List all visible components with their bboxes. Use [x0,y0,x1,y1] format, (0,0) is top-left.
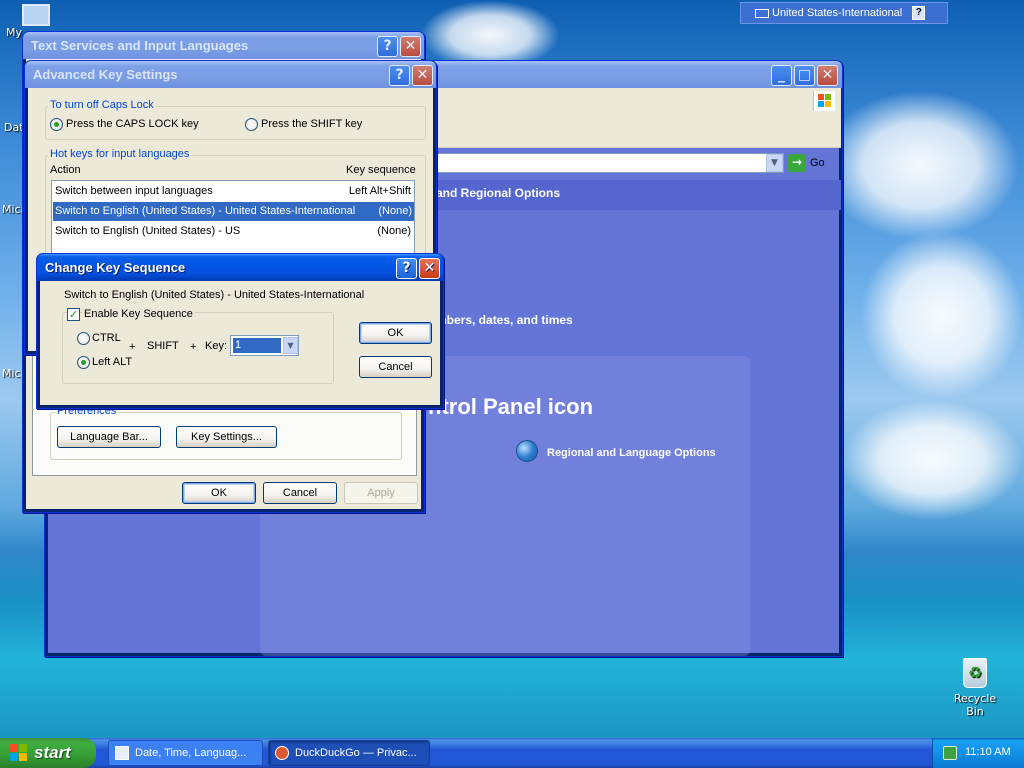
go-button[interactable]: → Go [788,153,832,173]
shift-radio-label[interactable]: Press the SHIFT key [261,118,362,130]
maximize-button[interactable]: □ [794,65,815,86]
go-label: Go [810,157,825,169]
key-select[interactable]: 1 ▼ [230,335,299,356]
regional-language-options-link[interactable]: Regional and Language Options [547,447,716,459]
network-icon[interactable] [943,746,957,760]
taskbar-item-label: Date, Time, Languag... [135,747,247,759]
table-row[interactable]: Switch to English (United States) - US (… [52,222,414,242]
close-button[interactable]: ✕ [400,36,421,57]
change-key-body: Switch to English (United States) - Unit… [40,281,440,405]
close-button[interactable]: ✕ [419,258,440,279]
advanced-key-titlebar[interactable]: Advanced Key Settings ? ✕ [25,61,436,88]
target-input-language: Switch to English (United States) - Unit… [64,289,365,301]
help-button[interactable]: ? [389,65,410,86]
system-tray: 11:10 AM [932,738,1024,768]
plus-sign: + [129,341,136,353]
dialog-title: Text Services and Input Languages [31,38,249,53]
globe-icon [516,440,538,462]
left-alt-radio[interactable] [77,356,90,369]
ctrl-radio[interactable] [77,332,90,345]
key-label: Key: [205,340,228,352]
column-header-key-sequence: Key sequence [346,164,416,176]
text-services-titlebar[interactable]: Text Services and Input Languages ? ✕ [23,32,424,59]
taskbar-item-browser[interactable]: DuckDuckGo — Privac... [268,740,430,766]
language-bar-button[interactable]: Language Bar... [57,426,161,448]
caps-lock-radio[interactable] [50,118,63,131]
minimize-button[interactable]: _ [771,65,792,86]
row-action: Switch to English (United States) - US [55,225,241,237]
change-key-sequence-dialog: Change Key Sequence ? ✕ Switch to Englis… [36,253,444,409]
left-alt-radio-label[interactable]: Left ALT [92,356,132,368]
shift-radio[interactable] [245,118,258,131]
duckduckgo-icon [275,746,289,760]
start-button[interactable]: start [0,738,96,768]
hotkeys-list[interactable]: Switch between input languages Left Alt+… [51,180,415,260]
computer-icon [22,4,50,26]
enable-key-sequence-checkbox[interactable]: ✓ [67,308,80,321]
task-link[interactable]: mbers, dates, and times [436,313,573,327]
taskbar-item-label: DuckDuckGo — Privac... [295,747,417,759]
go-arrow-icon: → [788,154,806,172]
recycle-bin-icon: ♻ [963,658,987,688]
desktop-icon-label: My [6,26,23,39]
ctrl-radio-label[interactable]: CTRL [92,332,121,344]
chevron-down-icon[interactable]: ▼ [283,337,298,354]
windows-flag-icon [10,744,28,762]
dialog-title: Advanced Key Settings [33,67,178,82]
pick-icon-heading: ntrol Panel icon [428,394,594,419]
ok-button[interactable]: OK [182,482,256,504]
help-button[interactable]: ? [396,258,417,279]
desktop-icon-label: Recycle Bin [953,692,997,718]
cancel-button[interactable]: Cancel [359,356,432,378]
table-row-selected[interactable]: Switch to English (United States) - Unit… [53,202,414,221]
shift-label: SHIFT [147,340,179,352]
caps-lock-radio-label[interactable]: Press the CAPS LOCK key [66,118,199,130]
apply-button[interactable]: Apply [344,482,418,504]
row-action: Switch to English (United States) - Unit… [55,205,356,217]
taskbar-item-date-time[interactable]: Date, Time, Languag... [108,740,263,766]
enable-key-sequence-label[interactable]: Enable Key Sequence [82,308,195,320]
help-icon[interactable]: ? [912,6,926,20]
row-sequence: Left Alt+Shift [348,185,411,197]
dialog-title: Change Key Sequence [45,260,186,275]
help-button[interactable]: ? [377,36,398,57]
table-row[interactable]: Switch between input languages Left Alt+… [52,182,414,202]
start-label: start [34,743,71,762]
close-button[interactable]: ✕ [412,65,433,86]
category-title: and Regional Options [436,186,561,200]
caps-lock-group-label: To turn off Caps Lock [48,99,156,111]
column-header-action: Action [50,164,81,176]
row-sequence: (None) [378,205,412,217]
language-bar-language: United States-International [772,7,903,19]
control-panel-icon [115,746,129,760]
clock[interactable]: 11:10 AM [965,746,1011,758]
ok-button[interactable]: OK [359,322,432,344]
change-key-titlebar[interactable]: Change Key Sequence ? ✕ [37,254,443,281]
desktop-icon-recycle-bin[interactable]: ♻ Recycle Bin [944,658,1006,718]
keyboard-icon [755,8,769,18]
desktop-icon-label[interactable]: Dat [4,121,24,134]
row-sequence: (None) [377,225,411,237]
hotkeys-group-label: Hot keys for input languages [48,148,192,160]
row-action: Switch between input languages [55,185,213,197]
cancel-button[interactable]: Cancel [263,482,337,504]
windows-logo-icon [813,91,835,111]
close-button[interactable]: ✕ [817,65,838,86]
address-dropdown-button[interactable]: ▼ [766,154,783,172]
language-bar[interactable]: United States-International ? [740,2,948,24]
key-select-value: 1 [233,338,281,353]
key-settings-button[interactable]: Key Settings... [176,426,277,448]
plus-sign: + [190,341,197,353]
